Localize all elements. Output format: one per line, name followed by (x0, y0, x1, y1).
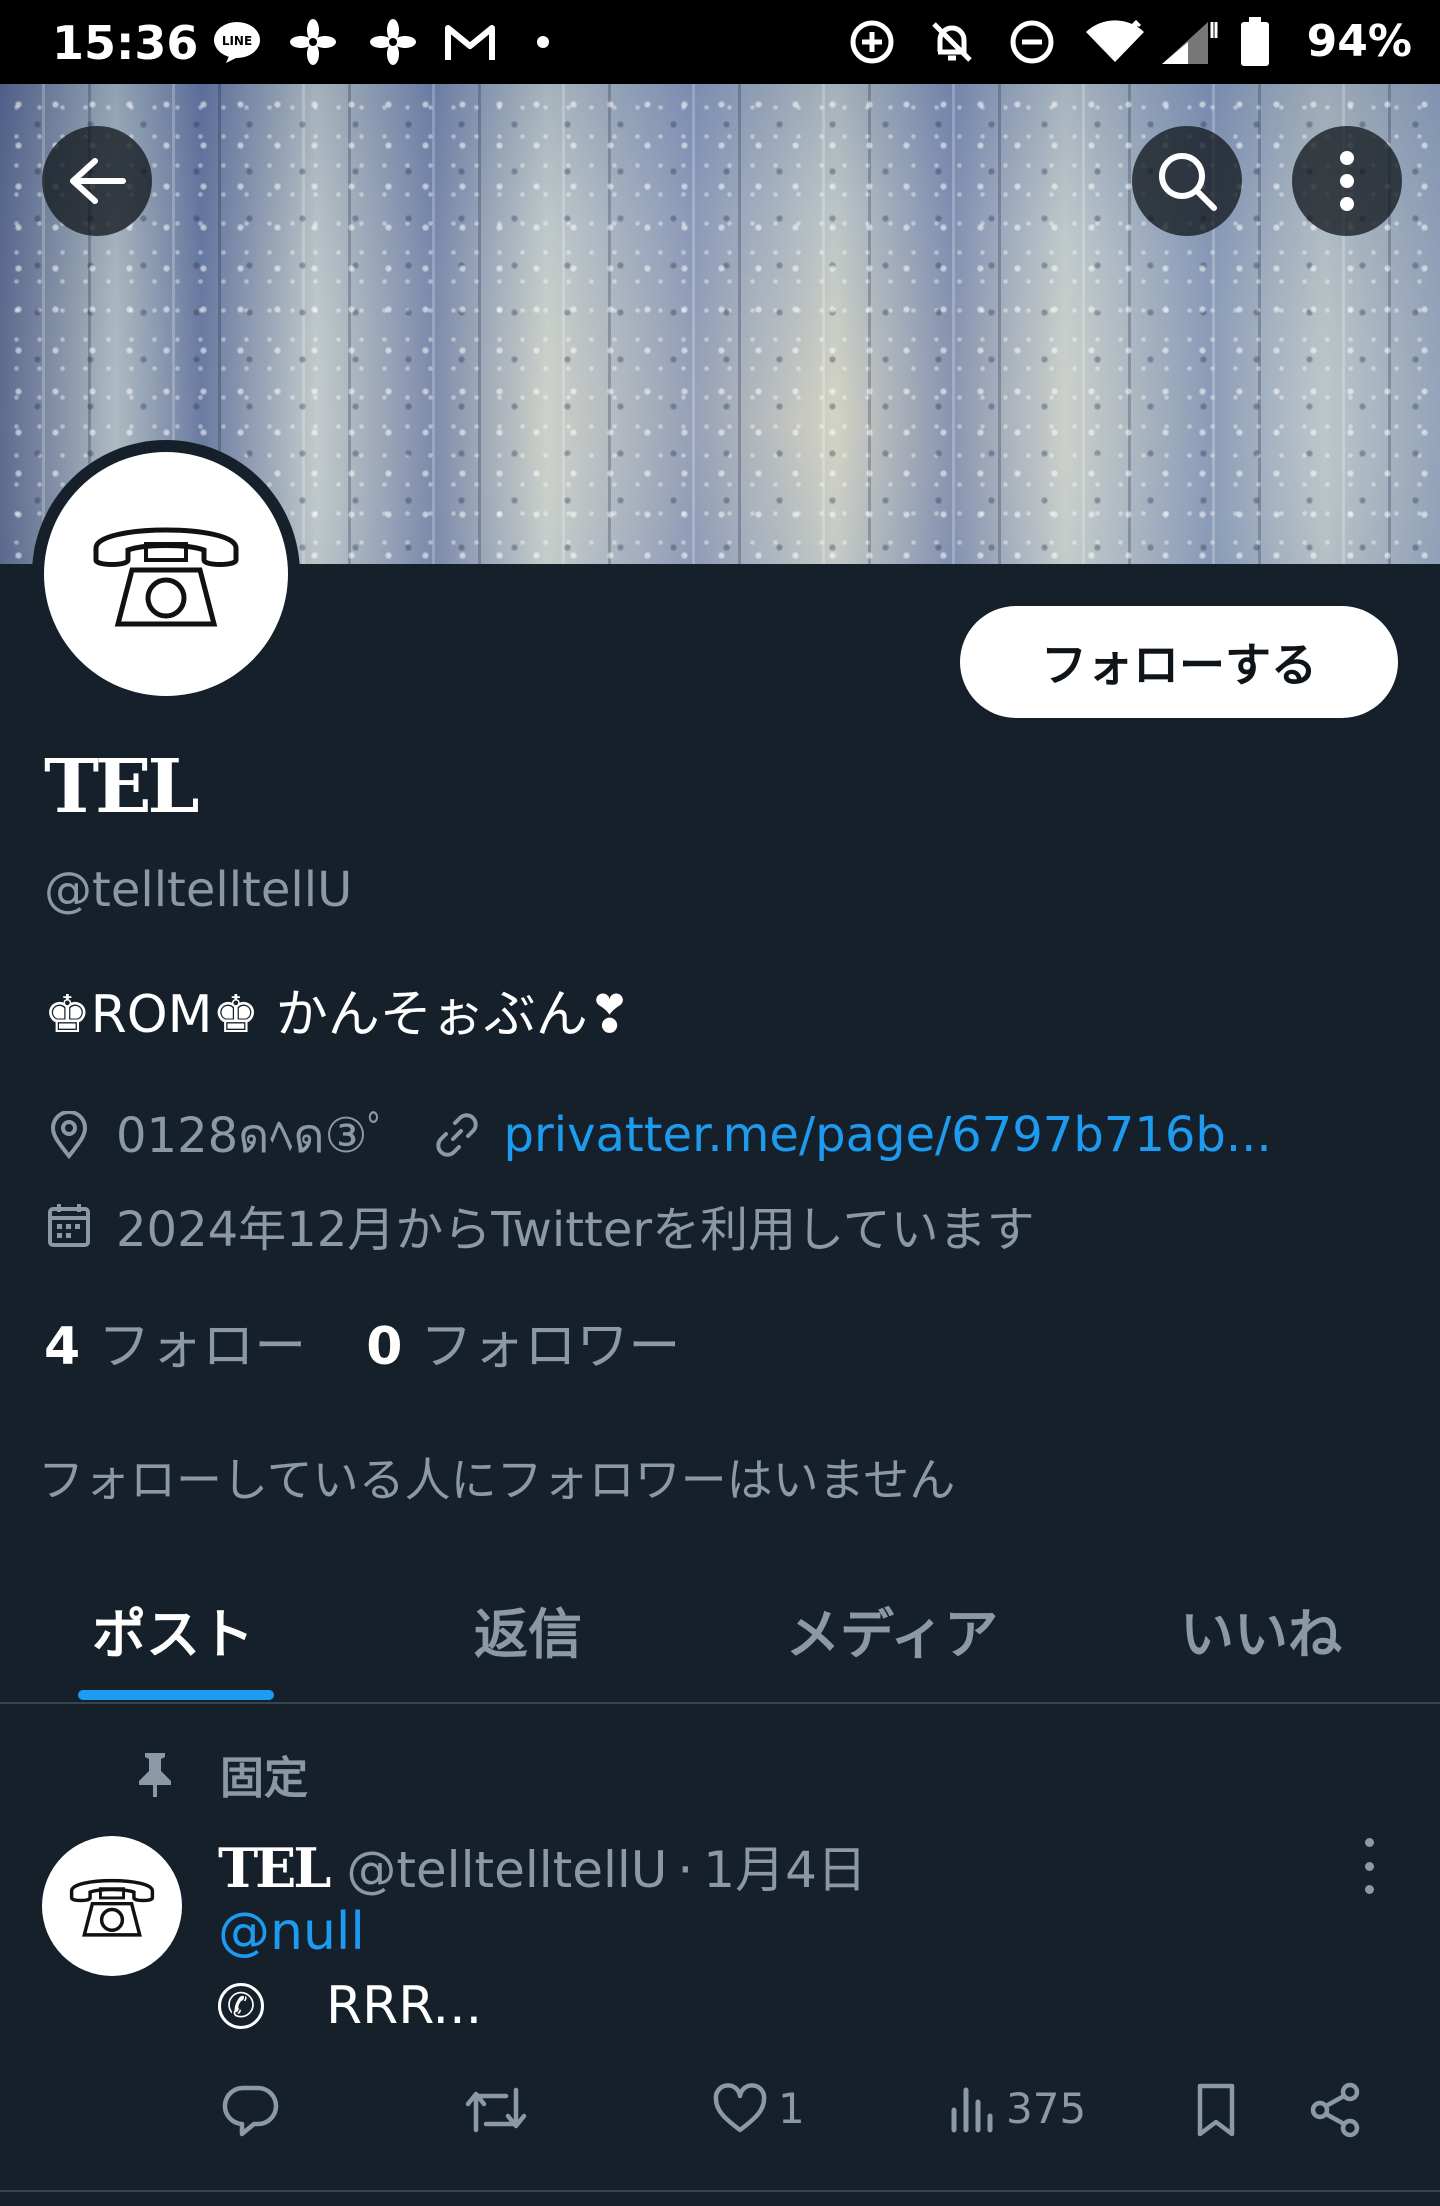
like-count: 1 (778, 2083, 805, 2133)
tweet-author-handle[interactable]: @telltelltellU (346, 1841, 667, 1899)
no-mutual-followers-note: フォローしている人にフォロワーはいません (38, 1453, 956, 1507)
link-icon (432, 1110, 482, 1160)
like-button[interactable]: 1 (712, 2082, 805, 2134)
pinwheel-icon (370, 18, 416, 66)
status-bar: 15:36 LINE 94% (0, 0, 1440, 84)
bookmark-icon (1197, 2083, 1235, 2137)
signal-icon (1158, 18, 1220, 66)
tweet-mention[interactable]: @null (218, 1902, 365, 1962)
tab-likes[interactable]: いいね (1180, 1590, 1342, 1669)
tweet-separator: · (677, 1841, 694, 1899)
following-link[interactable]: 4 フォロー (44, 1304, 306, 1379)
pinwheel-icon (290, 18, 336, 66)
profile-handle: @telltelltellU (44, 862, 353, 918)
tweet-text: ✆ RRR... (218, 1976, 482, 2036)
profile-joined-row: 2024年12月からTwitterを利用しています (44, 1190, 1035, 1260)
more-options-button[interactable] (1292, 126, 1402, 236)
arrow-left-icon (70, 158, 126, 204)
share-button[interactable] (1308, 2082, 1362, 2138)
data-saver-icon (848, 18, 896, 66)
pin-icon (130, 1749, 180, 1799)
wifi-icon (1084, 18, 1146, 66)
active-tab-indicator (78, 1690, 274, 1700)
phone-glyph: ✆ (218, 1983, 264, 2029)
profile-tabs: ポスト 返信 メディア いいね (0, 1560, 1440, 1704)
share-icon (1310, 2082, 1360, 2138)
tweet-author-avatar[interactable] (42, 1836, 182, 1976)
heart-icon (713, 2083, 767, 2133)
repost-icon (465, 2087, 527, 2133)
profile-location: 0128ดﾍด③ﾟ (116, 1108, 392, 1164)
profile-avatar[interactable] (32, 440, 300, 708)
tweet-header: TEL @telltelltellU · 1月4日 (218, 1830, 867, 1902)
profile-meta-row: 0128ดﾍด③ﾟ privatter.me/page/6797b716b... (44, 1096, 1272, 1174)
profile-bio: ♚ROM♚ かんそぉぶん❣ (44, 985, 632, 1045)
calendar-icon (44, 1200, 94, 1250)
tab-posts[interactable]: ポスト (92, 1590, 254, 1669)
followers-label: フォロワー (420, 1317, 681, 1377)
tab-replies[interactable]: 返信 (474, 1590, 582, 1669)
pinned-label-row: 固定 (130, 1742, 308, 1806)
more-vertical-icon (1340, 151, 1354, 211)
tweet-actions: 1 375 (0, 2072, 1440, 2152)
follow-stats: 4 フォロー 0 フォロワー (44, 1304, 680, 1379)
profile-name: TEL (44, 744, 200, 830)
followers-link[interactable]: 0 フォロワー (366, 1304, 680, 1379)
profile-link[interactable]: privatter.me/page/6797b716b... (504, 1107, 1272, 1163)
analytics-icon (951, 2087, 993, 2133)
svg-text:LINE: LINE (222, 34, 252, 48)
tweet-divider (0, 2190, 1440, 2192)
tweet-body-text: RRR... (326, 1976, 483, 2036)
battery-icon (1240, 17, 1270, 66)
tweet-date[interactable]: 1月4日 (703, 1830, 867, 1902)
gmail-icon (444, 18, 496, 66)
bookmark-button[interactable] (1194, 2082, 1238, 2138)
dnd-icon (1008, 18, 1056, 66)
followers-count: 0 (366, 1317, 403, 1377)
views-button[interactable]: 375 (948, 2082, 1086, 2134)
following-label: フォロー (98, 1317, 307, 1377)
search-button[interactable] (1132, 126, 1242, 236)
tweet-more-button[interactable] (1354, 1838, 1384, 1894)
follow-button[interactable]: フォローする (960, 606, 1398, 718)
reply-button[interactable] (222, 2082, 280, 2138)
profile-joined: 2024年12月からTwitterを利用しています (116, 1202, 1035, 1258)
back-button[interactable] (42, 126, 152, 236)
repost-button[interactable] (464, 2082, 528, 2138)
tab-media[interactable]: メディア (786, 1590, 998, 1669)
line-icon: LINE (212, 18, 262, 66)
pinned-label: 固定 (220, 1753, 308, 1804)
dot-icon (536, 18, 550, 66)
telephone-icon (93, 527, 239, 627)
tweet-author-name[interactable]: TEL (218, 1836, 331, 1900)
search-icon (1159, 153, 1217, 211)
bell-off-icon (928, 18, 976, 66)
reply-icon (222, 2085, 279, 2137)
view-count: 375 (1006, 2083, 1087, 2133)
battery-percent: 94% (1306, 16, 1412, 67)
telephone-icon (69, 1878, 155, 1937)
status-time: 15:36 (52, 16, 199, 70)
following-count: 4 (44, 1317, 81, 1377)
location-icon (44, 1110, 94, 1160)
